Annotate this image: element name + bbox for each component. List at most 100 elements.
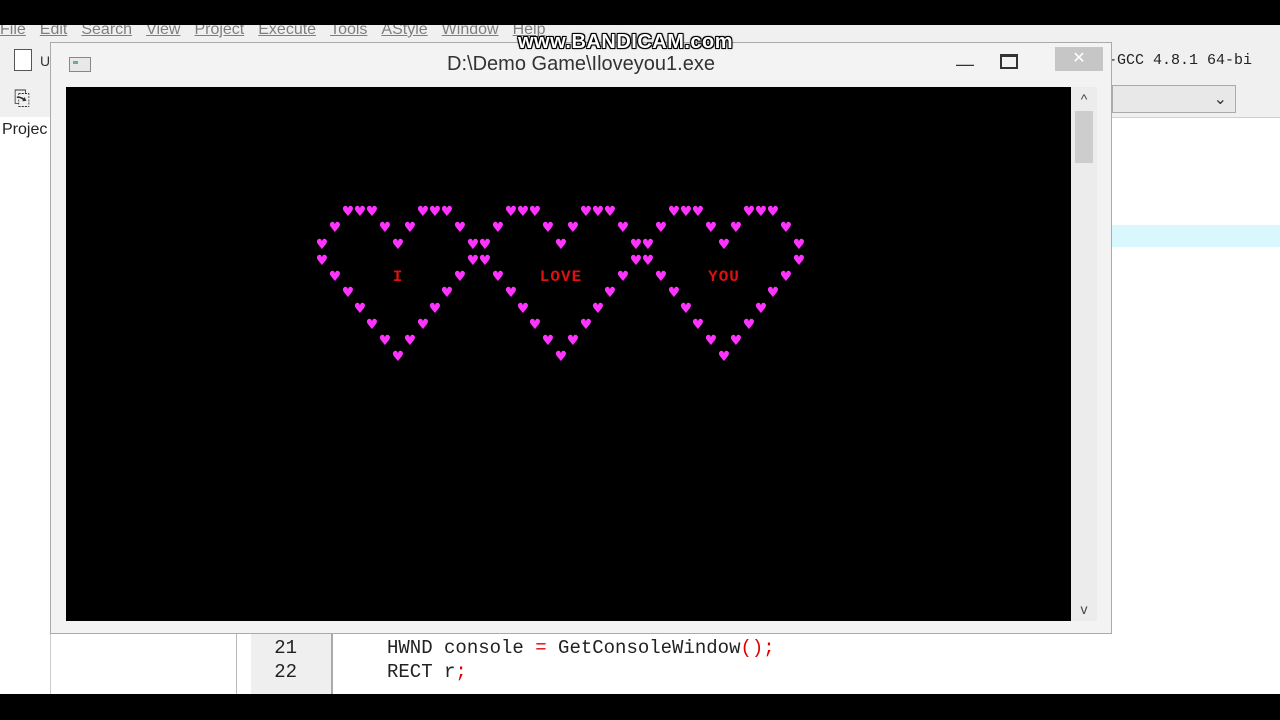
heart-icon: ♥ [654, 269, 668, 285]
heart-icon: ♥ [391, 349, 405, 365]
chevron-down-icon: ⌄ [1213, 91, 1227, 108]
heart-word: YOU [708, 268, 740, 286]
heart-icon: ♥ [691, 204, 705, 220]
heart-icon: ♥ [504, 204, 518, 220]
heart-icon: ♥ [691, 317, 705, 333]
menu-edit[interactable]: Edit [40, 25, 81, 43]
heart-icon: ♥ [754, 301, 768, 317]
menu-window[interactable]: Window [442, 25, 512, 43]
heart-icon: ♥ [416, 204, 430, 220]
code-text: HWND console [387, 637, 536, 659]
code-editor[interactable]: 21 22 HWND console = GetConsoleWindow();… [236, 633, 1280, 694]
heart-icon: ♥ [654, 220, 668, 236]
heart-icon: ♥ [717, 237, 731, 253]
heart-icon: ♥ [516, 301, 530, 317]
heart-icon: ♥ [528, 317, 542, 333]
heart-icon: ♥ [704, 333, 718, 349]
heart-icon: ♥ [754, 204, 768, 220]
editor-current-line-highlight [1112, 225, 1280, 247]
code-line: RECT r; [387, 661, 467, 683]
heart-icon: ♥ [403, 333, 417, 349]
heart-icon: ♥ [466, 253, 480, 269]
code-punctuation: (); [740, 637, 775, 659]
scroll-down-icon[interactable]: v [1071, 599, 1097, 619]
heart-icon: ♥ [679, 301, 693, 317]
heart-icon: ♥ [591, 301, 605, 317]
video-letterbox-top [0, 0, 1280, 25]
heart-icon: ♥ [554, 349, 568, 365]
minimize-icon[interactable]: — [951, 53, 979, 75]
heart-icon: ♥ [566, 220, 580, 236]
heart-icon: ♥ [779, 220, 793, 236]
console-scrollbar[interactable]: ^ v [1071, 87, 1097, 621]
heart-icon: ♥ [792, 237, 806, 253]
heart-icon: ♥ [478, 237, 492, 253]
heart-icon: ♥ [428, 204, 442, 220]
scroll-up-icon[interactable]: ^ [1071, 89, 1097, 109]
heart-icon: ♥ [667, 204, 681, 220]
heart-icon: ♥ [315, 253, 329, 269]
heart-icon: ♥ [717, 349, 731, 365]
function-dropdown[interactable]: ⌄ [1112, 85, 1236, 113]
heart-icon: ♥ [528, 204, 542, 220]
project-panel: Projec [0, 117, 51, 694]
heart-icon: ♥ [453, 269, 467, 285]
heart-icon: ♥ [491, 269, 505, 285]
heart-icon: ♥ [603, 285, 617, 301]
heart-icon: ♥ [591, 204, 605, 220]
maximize-icon[interactable] [995, 49, 1023, 71]
heart-icon: ♥ [378, 220, 392, 236]
heart-icon: ♥ [766, 204, 780, 220]
heart-icon: ♥ [440, 285, 454, 301]
heart-icon: ♥ [541, 220, 555, 236]
heart-icon: ♥ [742, 317, 756, 333]
close-icon[interactable]: ✕ [1055, 47, 1103, 71]
menu-execute[interactable]: Execute [258, 25, 329, 43]
heart-icon: ♥ [504, 285, 518, 301]
heart-icon: ♥ [603, 204, 617, 220]
menu-search[interactable]: Search [81, 25, 145, 43]
heart-icon: ♥ [516, 204, 530, 220]
menu-file[interactable]: File [0, 25, 39, 43]
heart-icon: ♥ [742, 204, 756, 220]
heart-icon: ♥ [641, 253, 655, 269]
heart-icon: ♥ [478, 253, 492, 269]
heart-icon: ♥ [378, 333, 392, 349]
heart-icon: ♥ [416, 317, 430, 333]
project-tab[interactable]: Projec [2, 121, 47, 139]
heart-icon: ♥ [729, 220, 743, 236]
heart-icon: ♥ [428, 301, 442, 317]
new-file-icon[interactable] [14, 49, 32, 71]
line-number: 22 [274, 661, 297, 683]
heart-icon: ♥ [328, 220, 342, 236]
heart-icon: ♥ [353, 204, 367, 220]
heart-icon: ♥ [704, 220, 718, 236]
code-text: RECT r [387, 661, 456, 683]
line-number: 21 [274, 637, 297, 659]
menu-astyle[interactable]: AStyle [381, 25, 440, 43]
heart-icon: ♥ [679, 204, 693, 220]
heart-icon: ♥ [328, 269, 342, 285]
heart-icon: ♥ [792, 253, 806, 269]
toolbar-partial-button[interactable]: U [40, 53, 50, 69]
heart-icon: ♥ [440, 204, 454, 220]
heart-icon: ♥ [353, 301, 367, 317]
heart-icon: ♥ [616, 269, 630, 285]
menu-view[interactable]: View [146, 25, 193, 43]
heart-icon: ♥ [403, 220, 417, 236]
heart-icon: ♥ [541, 333, 555, 349]
scroll-thumb[interactable] [1075, 111, 1093, 163]
menu-project[interactable]: Project [194, 25, 257, 43]
recording-watermark: www.BANDICAM.com [518, 31, 734, 53]
menu-tools[interactable]: Tools [330, 25, 380, 43]
paste-icon[interactable]: ⎘ [10, 87, 34, 111]
code-punctuation: ; [455, 661, 467, 683]
heart-icon: ♥ [554, 237, 568, 253]
heart-icon: ♥ [616, 220, 630, 236]
code-operator: = [535, 637, 547, 659]
heart-word: I [392, 268, 404, 286]
heart-icon: ♥ [729, 333, 743, 349]
heart-icon: ♥ [579, 204, 593, 220]
heart-icon: ♥ [365, 204, 379, 220]
video-letterbox-bottom [0, 694, 1280, 720]
